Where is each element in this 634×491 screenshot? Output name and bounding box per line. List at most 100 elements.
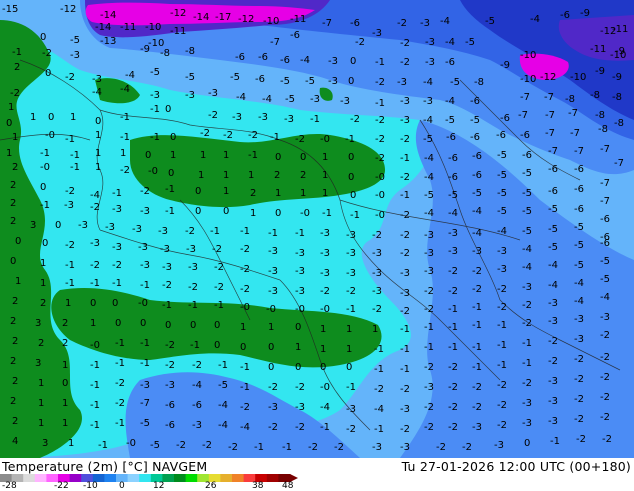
- temperature-label: -6: [470, 96, 480, 107]
- temperature-label: -4: [90, 190, 100, 201]
- temperature-label: -4: [120, 84, 130, 95]
- temperature-label: 2: [40, 298, 46, 309]
- temperature-label: -6: [548, 186, 558, 197]
- temperature-label: -1: [400, 364, 410, 375]
- temperature-label: -2: [268, 422, 278, 433]
- temperature-label: -3: [494, 440, 504, 451]
- temperature-label: -3: [423, 96, 433, 107]
- temperature-label: -3: [328, 76, 338, 87]
- temperature-label: -1: [375, 57, 385, 68]
- temperature-label: -3: [400, 442, 410, 453]
- temperature-label: -1: [90, 278, 100, 289]
- temperature-label: 2: [250, 188, 256, 199]
- temperature-label: -1: [70, 162, 80, 173]
- temperature-label: -0: [295, 304, 305, 315]
- temperature-label: 0: [62, 378, 68, 389]
- temperature-label: -5: [445, 115, 455, 126]
- temperature-label: -3: [346, 248, 356, 259]
- temperature-label: 1: [322, 170, 328, 181]
- temperature-label: -9: [595, 66, 605, 77]
- temperature-label: -14: [95, 22, 111, 33]
- temperature-label: -11: [590, 44, 606, 55]
- temperature-label: -8: [474, 77, 484, 88]
- temperature-label: -3: [372, 442, 382, 453]
- temperature-label: -2: [350, 114, 360, 125]
- temperature-label: -4: [574, 296, 584, 307]
- temperature-label: -3: [284, 114, 294, 125]
- temperature-label: -8: [612, 92, 622, 103]
- temperature-label: -3: [232, 112, 242, 123]
- temperature-label: 0: [214, 320, 220, 331]
- temperature-label: -1: [140, 358, 150, 369]
- temperature-label: -1: [248, 150, 258, 161]
- temperature-label: -2: [574, 414, 584, 425]
- temperature-label: -6: [472, 151, 482, 162]
- temperature-label: 1: [30, 112, 36, 123]
- temperature-label: -2: [188, 282, 198, 293]
- temperature-label: -1: [400, 190, 410, 201]
- temperature-label: -2: [448, 362, 458, 373]
- temperature-label: -4: [424, 208, 434, 219]
- temperature-label: -3: [346, 404, 356, 415]
- temperature-label: -10: [263, 16, 279, 27]
- temperature-label: -3: [400, 115, 410, 126]
- temperature-label: 2: [62, 338, 68, 349]
- legend-footer: Temperature (2m) [°C] NAVGEM Tu 27-01-20…: [0, 458, 634, 491]
- temperature-label: 1: [300, 188, 306, 199]
- temperature-label: -2: [600, 412, 610, 423]
- temperature-label: 1: [65, 298, 71, 309]
- temperature-label: -1: [140, 280, 150, 291]
- temperature-label: -1: [40, 148, 50, 159]
- temperature-label: -3: [400, 404, 410, 415]
- temperature-label: 1: [62, 398, 68, 409]
- temperature-label: 1: [40, 258, 46, 269]
- temperature-label: -2: [448, 422, 458, 433]
- temperature-label: -1: [322, 208, 332, 219]
- temperature-label: -5: [470, 115, 480, 126]
- temperature-label: -1: [115, 418, 125, 429]
- temperature-label: 2: [300, 170, 306, 181]
- temperature-label: -3: [372, 268, 382, 279]
- temperature-label: -12: [170, 8, 186, 19]
- temperature-label: -2: [346, 286, 356, 297]
- temperature-label: -3: [346, 268, 356, 279]
- temperature-label: -3: [158, 226, 168, 237]
- temperature-label: -2: [400, 384, 410, 395]
- temperature-label: -1: [70, 150, 80, 161]
- temperature-label: -2: [240, 264, 250, 275]
- temperature-label: -2: [223, 130, 233, 141]
- temperature-label: -1: [165, 206, 175, 217]
- temperature-label: -0: [90, 340, 100, 351]
- temperature-label: 0: [195, 186, 201, 197]
- temperature-label: -7: [322, 18, 332, 29]
- temperature-label: -3: [372, 286, 382, 297]
- temperature-label: 1: [90, 318, 96, 329]
- temperature-label: -10: [145, 22, 161, 33]
- temperature-label: -2: [240, 284, 250, 295]
- temperature-label: 1: [320, 344, 326, 355]
- temperature-label: -1: [400, 153, 410, 164]
- temperature-label: -1: [270, 132, 280, 143]
- temperature-label: -1: [375, 98, 385, 109]
- temperature-label: 1: [15, 276, 21, 287]
- temperature-label: 0: [45, 68, 51, 79]
- temperature-label: 0: [115, 318, 121, 329]
- temperature-label: 0: [275, 208, 281, 219]
- temperature-label: 1: [68, 438, 74, 449]
- temperature-label: -2: [472, 266, 482, 277]
- temperature-label: -2: [400, 306, 410, 317]
- temperature-label: -4: [424, 172, 434, 183]
- temperature-label: -1: [214, 300, 224, 311]
- colorbar-segment: [69, 474, 82, 482]
- temperature-label: -2: [400, 38, 410, 49]
- temperature-label: -2: [115, 398, 125, 409]
- temperature-label: 0: [145, 150, 151, 161]
- temperature-label: -2: [400, 57, 410, 68]
- temperature-label: 0: [168, 168, 174, 179]
- temperature-label: -14: [193, 12, 209, 23]
- temperature-label: -2: [65, 186, 75, 197]
- temperature-label: -0: [300, 208, 310, 219]
- temperature-label: -3: [295, 402, 305, 413]
- temperature-label: -5: [218, 380, 228, 391]
- temperature-label: -1: [282, 442, 292, 453]
